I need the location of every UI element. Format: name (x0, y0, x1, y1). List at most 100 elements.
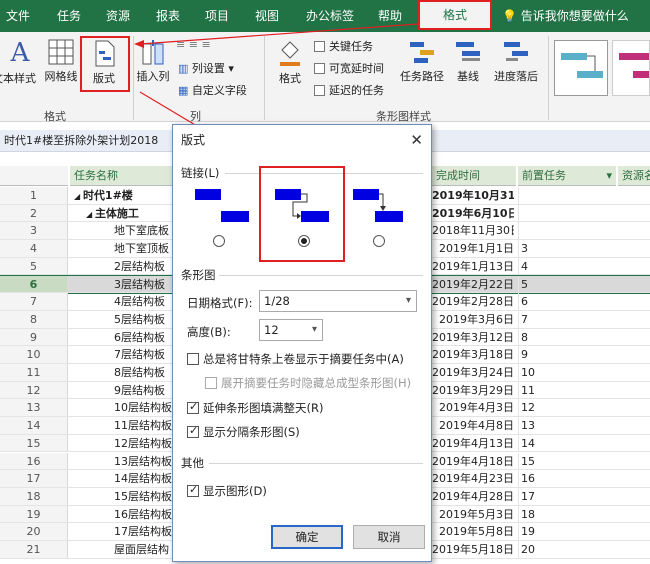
finish-cell[interactable]: 2019年4月18日 (432, 453, 514, 470)
finish-cell[interactable]: 2019年10月31日 (432, 187, 514, 204)
row-number[interactable]: 11 (0, 364, 68, 381)
row-number[interactable]: 10 (0, 346, 68, 363)
finish-cell[interactable]: 2019年4月23日 (432, 470, 514, 487)
task-name-cell[interactable]: ◢ 主体施工 (70, 205, 178, 223)
finish-cell[interactable]: 2019年2月22日 (432, 276, 514, 293)
task-name-cell[interactable]: 地下室底板 (70, 222, 178, 239)
predecessor-cell[interactable]: 18 (518, 505, 614, 523)
predecessor-cell[interactable]: 13 (518, 417, 614, 434)
row-number[interactable]: 13 (0, 399, 68, 417)
col-predecessors[interactable]: 前置任务 ▾ (518, 166, 616, 186)
finish-cell[interactable]: 2019年2月28日 (432, 293, 514, 310)
row-number[interactable]: 4 (0, 240, 68, 257)
row-number[interactable]: 2 (0, 204, 68, 222)
row-number[interactable]: 21 (0, 541, 68, 558)
task-name-cell[interactable]: 13层结构板 (70, 453, 178, 470)
task-name-cell[interactable]: 6层结构板 (70, 329, 178, 346)
row-number[interactable]: 9 (0, 328, 68, 346)
row-number[interactable]: 16 (0, 452, 68, 470)
finish-cell[interactable]: 2019年4月28日 (432, 488, 514, 505)
col-task-name[interactable]: 任务名称 (70, 166, 178, 186)
finish-cell[interactable]: 2019年3月18日 (432, 346, 514, 363)
finish-cell[interactable]: 2019年3月24日 (432, 364, 514, 381)
row-number[interactable]: 3 (0, 222, 68, 240)
link-style-1[interactable] (191, 183, 257, 247)
show-drawings-checkbox[interactable]: 显示图形(D) (187, 483, 267, 499)
finish-cell[interactable]: 2019年1月13日 (432, 258, 514, 275)
task-name-cell[interactable]: ◢ 时代1#楼 (70, 187, 178, 205)
collapse-icon[interactable]: ◢ (74, 192, 83, 201)
finish-cell[interactable]: 2019年6月10日 (432, 205, 514, 222)
finish-cell[interactable]: 2019年3月6日 (432, 311, 514, 328)
finish-cell[interactable]: 2019年3月12日 (432, 329, 514, 346)
finish-cell[interactable]: 2019年5月18日 (432, 541, 514, 558)
predecessor-cell[interactable]: 3 (518, 240, 614, 257)
predecessor-cell[interactable]: 6 (518, 293, 614, 310)
predecessor-cell[interactable]: 11 (518, 381, 614, 399)
predecessor-cell[interactable]: 15 (518, 452, 614, 470)
predecessor-cell[interactable]: 9 (518, 346, 614, 363)
task-name-cell[interactable]: 3层结构板 (70, 276, 178, 293)
row-number[interactable]: 7 (0, 293, 68, 310)
row-number[interactable]: 12 (0, 381, 68, 399)
task-name-cell[interactable]: 10层结构板 (70, 399, 178, 416)
predecessor-cell[interactable]: 12 (518, 399, 614, 417)
finish-cell[interactable]: 2019年4月8日 (432, 417, 514, 434)
predecessor-cell[interactable]: 4 (518, 257, 614, 275)
task-name-cell[interactable]: 9层结构板 (70, 382, 178, 399)
row-number[interactable]: 6 (0, 275, 68, 293)
finish-cell[interactable]: 2019年3月29日 (432, 382, 514, 399)
row-number[interactable]: 1 (0, 187, 68, 204)
row-number[interactable]: 14 (0, 417, 68, 434)
task-name-cell[interactable]: 11层结构板 (70, 417, 178, 434)
predecessor-cell[interactable]: 19 (518, 523, 614, 540)
finish-cell[interactable]: 2018年11月30日 (432, 222, 514, 239)
round-bars-checkbox[interactable]: 延伸条形图填满整天(R) (187, 400, 323, 416)
date-format-select[interactable]: 1/28 ▾ (259, 290, 417, 312)
task-name-cell[interactable]: 4层结构板 (70, 293, 178, 310)
link-style-3[interactable] (349, 183, 415, 247)
row-number[interactable]: 20 (0, 523, 68, 540)
height-select[interactable]: 12 ▾ (259, 319, 323, 341)
predecessor-cell[interactable]: 17 (518, 487, 614, 505)
link-style-3-radio[interactable] (373, 235, 385, 247)
row-number[interactable]: 15 (0, 434, 68, 452)
predecessor-cell[interactable] (518, 204, 614, 222)
collapse-icon[interactable]: ◢ (86, 210, 95, 219)
task-name-cell[interactable]: 7层结构板 (70, 346, 178, 363)
task-name-cell[interactable]: 5层结构板 (70, 311, 178, 328)
row-number[interactable]: 17 (0, 470, 68, 487)
task-name-cell[interactable]: 15层结构板 (70, 488, 178, 505)
task-name-cell[interactable]: 12层结构板 (70, 435, 178, 452)
finish-cell[interactable]: 2019年5月3日 (432, 506, 514, 523)
predecessor-cell[interactable]: 5 (518, 275, 614, 293)
predecessor-cell[interactable]: 10 (518, 364, 614, 381)
cancel-button[interactable]: 取消 (353, 525, 425, 549)
finish-cell[interactable]: 2019年4月13日 (432, 435, 514, 452)
task-name-cell[interactable]: 16层结构板 (70, 506, 178, 523)
task-name-cell[interactable]: 屋面层结构 (70, 541, 178, 558)
row-number[interactable]: 8 (0, 310, 68, 328)
ok-button[interactable]: 确定 (271, 525, 343, 549)
finish-cell[interactable]: 2019年1月1日 (432, 240, 514, 257)
close-icon[interactable]: ✕ (410, 131, 423, 149)
predecessor-cell[interactable]: 8 (518, 328, 614, 346)
col-finish[interactable]: 完成时间 (432, 166, 516, 186)
task-name-cell[interactable]: 2层结构板 (70, 258, 178, 275)
row-number[interactable]: 5 (0, 257, 68, 275)
row-number[interactable]: 19 (0, 505, 68, 523)
task-name-cell[interactable]: 14层结构板 (70, 470, 178, 487)
hide-rollup-checkbox[interactable]: 展开摘要任务时隐藏总成型条形图(H) (205, 375, 411, 391)
col-resource[interactable]: 资源名 (618, 166, 650, 186)
rollup-checkbox[interactable]: 总是将甘特条上卷显示于摘要任务中(A) (187, 351, 404, 367)
predecessor-cell[interactable]: 20 (518, 541, 614, 558)
predecessor-cell[interactable]: 16 (518, 470, 614, 487)
row-number[interactable]: 18 (0, 487, 68, 505)
show-splits-checkbox[interactable]: 显示分隔条形图(S) (187, 424, 300, 440)
finish-cell[interactable]: 2019年4月3日 (432, 399, 514, 416)
task-name-cell[interactable]: 地下室顶板 (70, 240, 178, 257)
task-name-cell[interactable]: 8层结构板 (70, 364, 178, 381)
predecessor-cell[interactable] (518, 187, 614, 204)
predecessor-cell[interactable]: 14 (518, 434, 614, 452)
task-name-cell[interactable]: 17层结构板 (70, 523, 178, 540)
